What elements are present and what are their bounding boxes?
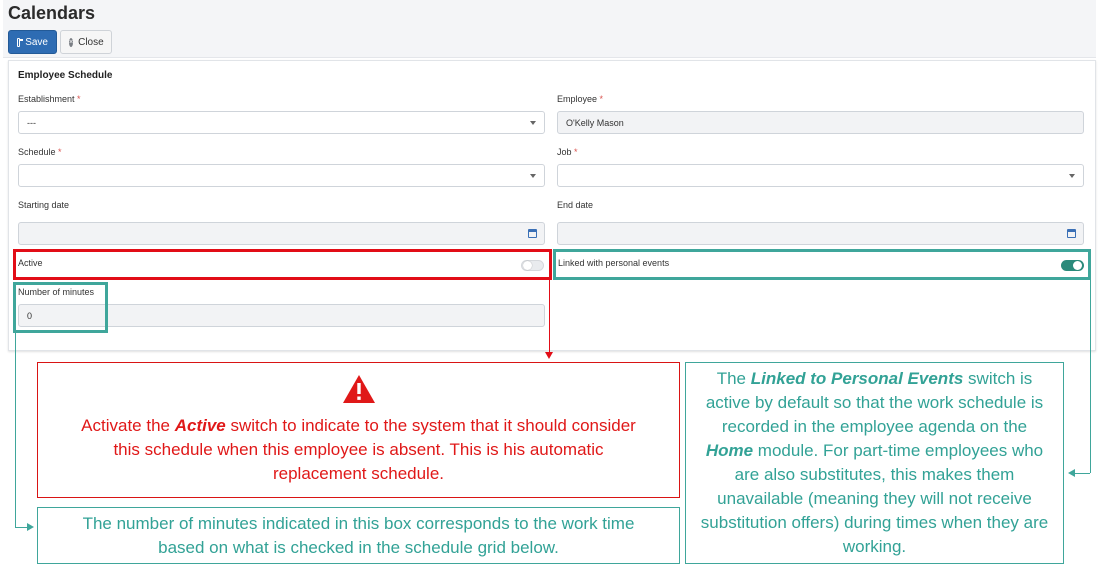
callout-emphasis: Linked to Personal Events (750, 369, 964, 388)
schedule-label-text: Schedule (18, 147, 56, 157)
linked-callout-text: The Linked to Personal Events switch is … (696, 367, 1053, 559)
linked-connector-h (1074, 473, 1090, 474)
employee-field: O'Kelly Mason (557, 111, 1084, 134)
callout-emphasis: Active (174, 416, 226, 435)
linked-callout: The Linked to Personal Events switch is … (685, 362, 1064, 564)
callout-text: The (716, 369, 751, 388)
arrow-left-icon (1068, 469, 1075, 477)
starting-date-label: Starting date (18, 200, 70, 210)
chevron-down-icon (1069, 174, 1075, 178)
required-marker: * (58, 147, 62, 157)
calendar-icon[interactable] (528, 229, 537, 238)
page-header (3, 0, 1096, 58)
save-button[interactable]: Save (8, 30, 57, 54)
active-callout-text: Activate the Active switch to indicate t… (68, 414, 649, 486)
end-date-input[interactable] (557, 222, 1084, 245)
job-label: Job * (557, 147, 578, 157)
schedule-select[interactable] (18, 164, 545, 187)
minutes-callout-text: The number of minutes indicated in this … (82, 513, 635, 557)
required-marker: * (574, 147, 578, 157)
arrow-down-icon (545, 352, 553, 359)
job-select[interactable] (557, 164, 1084, 187)
end-date-label: End date (557, 200, 594, 210)
establishment-label-text: Establishment (18, 94, 75, 104)
callout-emphasis: Home (705, 441, 754, 460)
establishment-select[interactable]: --- (18, 111, 545, 134)
minutes-highlight (13, 282, 108, 333)
callout-text: module. For part-time employees who are … (700, 441, 1049, 556)
warning-icon (342, 375, 375, 403)
save-button-label: Save (25, 36, 48, 48)
callout-text: Activate the (81, 416, 175, 435)
chevron-down-icon (530, 121, 536, 125)
establishment-value: --- (27, 117, 36, 128)
starting-date-input[interactable] (18, 222, 545, 245)
close-icon: × (69, 37, 74, 47)
required-marker: * (599, 94, 604, 104)
chevron-down-icon (530, 174, 536, 178)
minutes-connector (15, 333, 16, 527)
minutes-callout: The number of minutes indicated in this … (37, 507, 680, 564)
employee-label-text: Employee (557, 94, 598, 104)
active-connector (549, 280, 550, 355)
linked-highlight (553, 249, 1091, 280)
section-title: Employee Schedule (18, 70, 113, 81)
arrow-right-icon (27, 523, 34, 531)
active-callout: Activate the Active switch to indicate t… (37, 362, 680, 498)
active-highlight (13, 249, 552, 280)
schedule-label: Schedule * (18, 147, 62, 157)
employee-value: O'Kelly Mason (566, 117, 624, 128)
close-button-label: Close (78, 36, 104, 48)
page-title: Calendars (8, 3, 96, 23)
employee-label: Employee * (557, 94, 603, 104)
linked-connector (1090, 280, 1091, 473)
calendar-icon[interactable] (1067, 229, 1076, 238)
close-button[interactable]: × Close (60, 30, 112, 54)
job-label-text: Job (557, 147, 572, 157)
save-icon (17, 37, 24, 47)
establishment-label: Establishment * (18, 94, 81, 104)
required-marker: * (77, 94, 81, 104)
